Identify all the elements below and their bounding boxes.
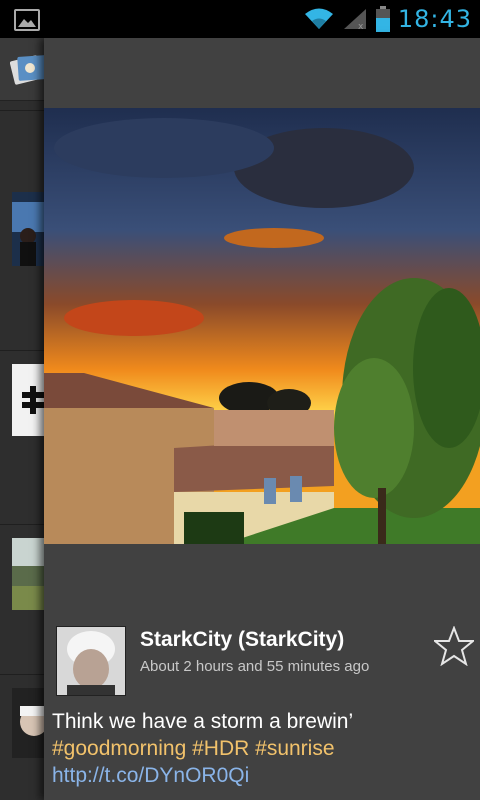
- wifi-icon: [304, 8, 333, 29]
- sidebar-thumbnail[interactable]: [12, 364, 44, 436]
- favorite-star-icon[interactable]: [434, 626, 474, 666]
- status-icons: x 18:43: [304, 4, 472, 34]
- sidebar-thumbnail[interactable]: [12, 538, 44, 610]
- svg-text:x: x: [358, 22, 364, 31]
- user-avatar[interactable]: [56, 626, 126, 696]
- tweet-photo[interactable]: [44, 108, 480, 544]
- sidebar-app-icon[interactable]: [0, 38, 47, 101]
- sidebar-thumbnail[interactable]: [12, 688, 44, 758]
- hashtag-goodmorning[interactable]: #goodmorning: [52, 737, 186, 760]
- battery-icon: [375, 6, 390, 32]
- user-name[interactable]: StarkCity (StarkCity): [140, 628, 344, 652]
- tweet-detail-panel: StarkCity (StarkCity) About 2 hours and …: [44, 38, 480, 800]
- status-bar: x 18:43: [0, 0, 480, 38]
- status-time: 18:43: [397, 5, 472, 33]
- signal-icon: x: [343, 9, 366, 31]
- gallery-icon: [14, 9, 40, 31]
- sidebar-thumbnail[interactable]: [12, 192, 44, 266]
- hashtag-hdr[interactable]: #HDR: [192, 737, 249, 760]
- sidebar: [0, 38, 47, 800]
- tweet-link[interactable]: http://t.co/DYnOR0Qi: [52, 764, 249, 787]
- tweet-plain-text: Think we have a storm a brewin’: [52, 710, 353, 733]
- tweet-text: Think we have a storm a brewin’ #goodmor…: [52, 708, 472, 789]
- hashtag-sunrise[interactable]: #sunrise: [255, 737, 334, 760]
- tweet-timestamp: About 2 hours and 55 minutes ago: [140, 658, 370, 675]
